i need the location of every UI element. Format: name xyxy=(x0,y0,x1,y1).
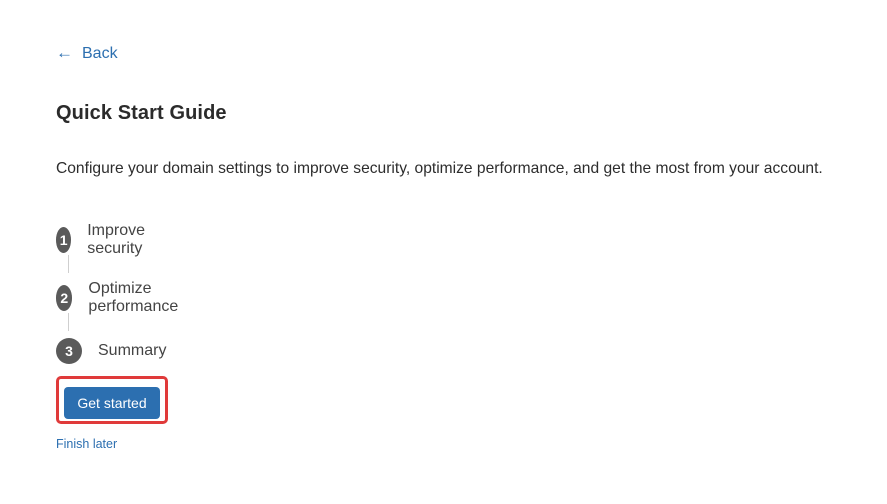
step-number-badge: 3 xyxy=(56,338,82,364)
step-item-2: 2 Optimize performance xyxy=(56,280,188,316)
arrow-left-icon: ← xyxy=(56,42,73,62)
step-connector xyxy=(68,313,69,331)
step-connector xyxy=(68,255,69,273)
highlight-frame: Get started xyxy=(56,376,168,424)
back-link[interactable]: ← Back xyxy=(56,42,118,63)
finish-later-link[interactable]: Finish later xyxy=(56,437,117,451)
step-number-badge: 2 xyxy=(56,285,73,311)
step-label: Improve security xyxy=(87,222,145,257)
step-item-3: 3 Summary xyxy=(56,338,166,364)
step-label: Optimize performance xyxy=(88,280,179,315)
step-label: Summary xyxy=(98,342,167,359)
step-item-1: 1 Improve security xyxy=(56,222,156,258)
page-title: Quick Start Guide xyxy=(56,102,227,124)
page-description: Configure your domain settings to improv… xyxy=(56,160,823,177)
get-started-button[interactable]: Get started xyxy=(64,387,160,419)
back-link-label: Back xyxy=(82,45,118,62)
step-number-badge: 1 xyxy=(56,227,72,253)
